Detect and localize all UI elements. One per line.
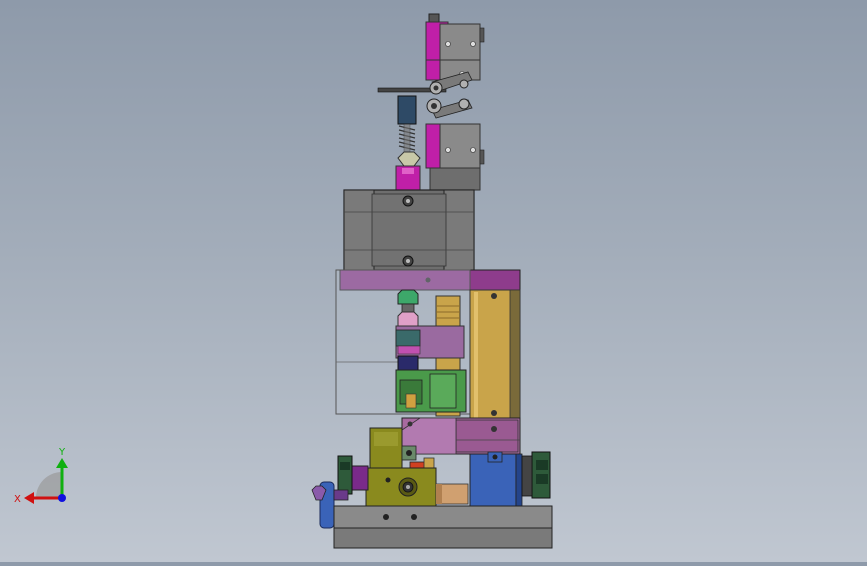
orientation-triad[interactable]: Y X xyxy=(14,447,68,505)
top-clamp-assembly xyxy=(377,13,485,191)
assembly-drawing: Y X xyxy=(14,13,553,549)
cad-viewport[interactable]: Y X xyxy=(0,0,867,562)
z-axis-dot xyxy=(58,494,66,502)
lower-die-plate xyxy=(401,417,521,455)
y-axis-label: Y xyxy=(58,447,66,458)
base-plate xyxy=(333,505,553,549)
x-axis-label: X xyxy=(14,494,21,505)
main-cylinder xyxy=(343,189,475,271)
blue-support xyxy=(469,451,523,507)
gold-pillar xyxy=(469,289,521,421)
right-clamp xyxy=(521,451,551,499)
